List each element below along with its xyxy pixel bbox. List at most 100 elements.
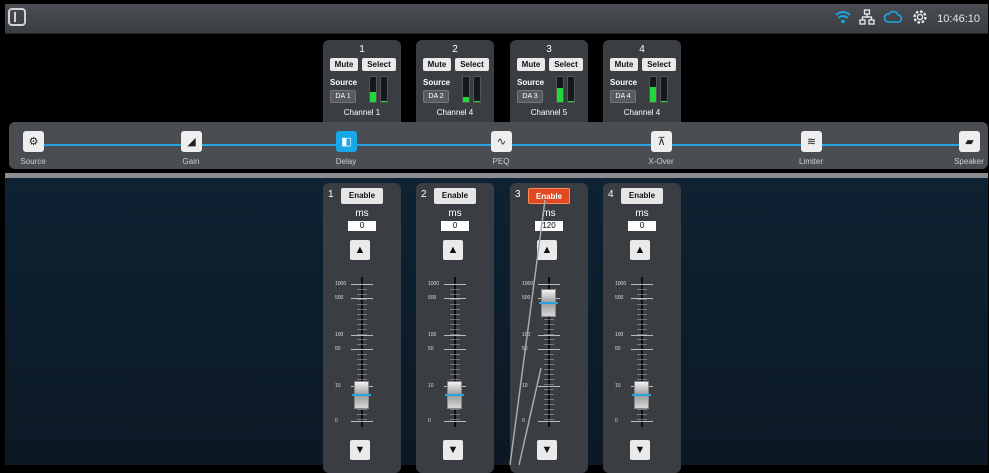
increase-button[interactable]: ▲ bbox=[350, 240, 370, 260]
unit-label: ms bbox=[448, 208, 462, 219]
source-tag[interactable]: DA 1 bbox=[330, 90, 356, 103]
scale-tick bbox=[631, 335, 653, 336]
scale-label: 10 bbox=[428, 383, 434, 389]
minor-tick bbox=[357, 409, 367, 410]
source-tag[interactable]: DA 4 bbox=[610, 90, 636, 103]
minor-tick bbox=[357, 379, 367, 380]
pipeline-node-speaker[interactable]: ▰ bbox=[959, 131, 980, 152]
minor-tick bbox=[544, 359, 554, 360]
decrease-button[interactable]: ▼ bbox=[537, 440, 557, 460]
minor-tick bbox=[450, 354, 460, 355]
pipeline-node-gain[interactable]: ◢ bbox=[181, 131, 202, 152]
increase-button[interactable]: ▲ bbox=[537, 240, 557, 260]
network-icon bbox=[859, 9, 875, 28]
source-tag[interactable]: DA 2 bbox=[423, 90, 449, 103]
minor-tick bbox=[450, 409, 460, 410]
increase-button[interactable]: ▲ bbox=[443, 240, 463, 260]
channel-card-1: 1 Mute Select Source DA 1 Channel 1 bbox=[323, 40, 401, 122]
touch-trace-lines bbox=[509, 199, 546, 465]
channel-card-4: 4 Mute Select Source DA 4 Channel 4 bbox=[603, 40, 681, 122]
select-button[interactable]: Select bbox=[455, 58, 489, 71]
scale-label: 1000 bbox=[522, 281, 534, 287]
mute-button[interactable]: Mute bbox=[423, 58, 451, 71]
mute-button[interactable]: Mute bbox=[330, 58, 358, 71]
scale-label: 100 bbox=[335, 332, 344, 338]
pipeline-node-peq[interactable]: ∿ bbox=[491, 131, 512, 152]
scale-label: 1000 bbox=[615, 281, 627, 287]
minor-tick bbox=[544, 334, 554, 335]
increase-button[interactable]: ▲ bbox=[630, 240, 650, 260]
cloud-icon bbox=[883, 10, 903, 27]
pipeline-node-delay[interactable]: ◧ bbox=[336, 131, 357, 152]
triangle-up-icon: ▲ bbox=[354, 244, 366, 256]
sidebar-toggle-icon[interactable] bbox=[8, 8, 26, 26]
decrease-button[interactable]: ▼ bbox=[630, 440, 650, 460]
minor-tick bbox=[637, 364, 647, 365]
minor-tick bbox=[544, 414, 554, 415]
select-button[interactable]: Select bbox=[642, 58, 676, 71]
fader-thumb[interactable] bbox=[445, 381, 464, 409]
pipeline-label: Limiter bbox=[798, 157, 823, 166]
select-button[interactable]: Select bbox=[549, 58, 583, 71]
enable-button[interactable]: Enable bbox=[621, 188, 663, 204]
scale-tick bbox=[444, 421, 466, 422]
delay-value-input[interactable]: 120 bbox=[535, 221, 563, 231]
source-tag[interactable]: DA 3 bbox=[517, 90, 543, 103]
minor-tick bbox=[637, 354, 647, 355]
enable-button[interactable]: Enable bbox=[528, 188, 570, 204]
channel-number: 1 bbox=[359, 44, 365, 55]
minor-tick bbox=[357, 284, 367, 285]
source-label: Source bbox=[330, 78, 358, 87]
triangle-down-icon: ▼ bbox=[541, 444, 553, 456]
delay-channel-number: 4 bbox=[608, 189, 614, 200]
minor-tick bbox=[544, 399, 554, 400]
decrease-button[interactable]: ▼ bbox=[443, 440, 463, 460]
minor-tick bbox=[450, 414, 460, 415]
select-button[interactable]: Select bbox=[362, 58, 396, 71]
minor-tick bbox=[637, 319, 647, 320]
enable-button[interactable]: Enable bbox=[341, 188, 383, 204]
delay-value-input[interactable]: 0 bbox=[628, 221, 656, 231]
pipeline-node-x-over[interactable]: ⊼ bbox=[651, 131, 672, 152]
scale-tick bbox=[444, 335, 466, 336]
minor-tick bbox=[450, 289, 460, 290]
level-meter-right bbox=[567, 76, 575, 103]
delay-value-input[interactable]: 0 bbox=[441, 221, 469, 231]
enable-button[interactable]: Enable bbox=[434, 188, 476, 204]
delay-channel-number: 2 bbox=[421, 189, 427, 200]
fader-thumb[interactable] bbox=[539, 289, 558, 317]
minor-tick bbox=[357, 414, 367, 415]
minor-tick bbox=[450, 299, 460, 300]
minor-tick bbox=[450, 374, 460, 375]
wifi-icon bbox=[835, 10, 851, 27]
scale-label: 50 bbox=[522, 346, 528, 352]
fader-thumb[interactable] bbox=[352, 381, 371, 409]
settings-gear-icon[interactable] bbox=[911, 8, 929, 29]
level-meter-right bbox=[473, 76, 481, 103]
minor-tick bbox=[637, 304, 647, 305]
unit-label: ms bbox=[542, 208, 556, 219]
delay-value-input[interactable]: 0 bbox=[348, 221, 376, 231]
unit-label: ms bbox=[355, 208, 369, 219]
minor-tick bbox=[637, 299, 647, 300]
unit-label: ms bbox=[635, 208, 649, 219]
pipeline-node-limiter[interactable]: ≋ bbox=[801, 131, 822, 152]
scale-label: 100 bbox=[615, 332, 624, 338]
pipeline-node-source[interactable]: ⚙ bbox=[23, 131, 44, 152]
decrease-button[interactable]: ▼ bbox=[350, 440, 370, 460]
minor-tick bbox=[450, 319, 460, 320]
minor-tick bbox=[450, 339, 460, 340]
minor-tick bbox=[357, 359, 367, 360]
pipeline-label: PEQ bbox=[492, 157, 510, 166]
fader-thumb[interactable] bbox=[632, 381, 651, 409]
mute-button[interactable]: Mute bbox=[610, 58, 638, 71]
minor-tick bbox=[357, 339, 367, 340]
minor-tick bbox=[357, 314, 367, 315]
mute-button[interactable]: Mute bbox=[517, 58, 545, 71]
triangle-down-icon: ▼ bbox=[354, 444, 366, 456]
triangle-up-icon: ▲ bbox=[634, 244, 646, 256]
pipeline-label: X-Over bbox=[648, 157, 674, 166]
minor-tick bbox=[357, 319, 367, 320]
scale-tick bbox=[631, 421, 653, 422]
minor-tick bbox=[357, 354, 367, 355]
